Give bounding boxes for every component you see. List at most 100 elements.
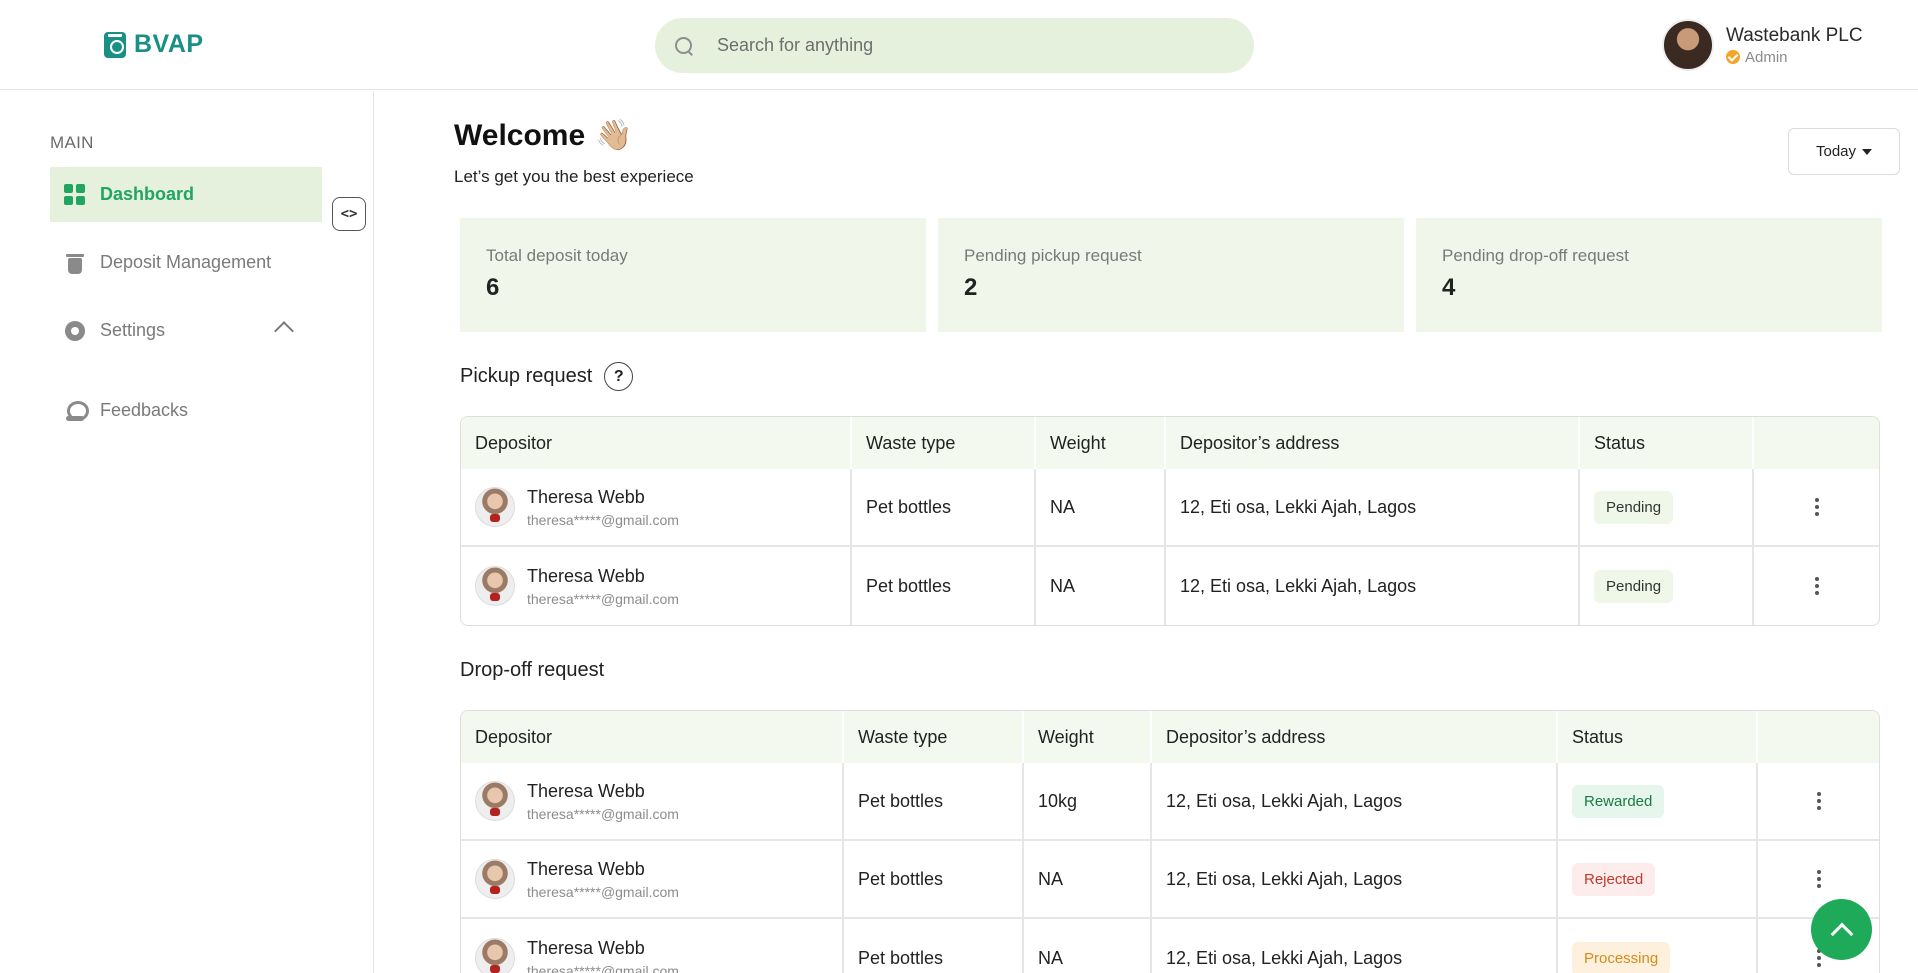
table-row[interactable]: Theresa Webb theresa*****@gmail.com Pet … bbox=[461, 763, 1879, 841]
search-bar[interactable] bbox=[655, 18, 1254, 73]
stat-label: Pending drop-off request bbox=[1442, 246, 1629, 265]
address-cell: 12, Eti osa, Lekki Ajah, Lagos bbox=[1166, 469, 1580, 545]
sidebar-item-label: Dashboard bbox=[100, 184, 195, 204]
brand-name: BVAP bbox=[134, 30, 204, 58]
status-badge: Pending bbox=[1594, 569, 1674, 603]
user-info: Wastebank PLC Admin bbox=[1726, 25, 1863, 66]
user-profile[interactable]: Wastebank PLC Admin bbox=[1662, 19, 1863, 71]
weight-cell: NA bbox=[1036, 469, 1166, 545]
column-header[interactable]: Depositor bbox=[461, 711, 844, 763]
more-vertical-icon[interactable] bbox=[1816, 792, 1821, 810]
sidebar-item-feedbacks[interactable]: Feedbacks bbox=[50, 383, 322, 438]
row-actions-cell bbox=[1754, 469, 1879, 545]
status-badge: Rejected bbox=[1572, 862, 1656, 896]
avatar bbox=[475, 487, 515, 527]
table-header-row: Depositor Waste type Weight Depositor’s … bbox=[461, 711, 1879, 763]
status-cell: Rewarded bbox=[1558, 763, 1758, 839]
sidebar-item-label: Settings bbox=[100, 320, 166, 340]
depositor-email: theresa*****@gmail.com bbox=[527, 962, 679, 973]
weight-cell: NA bbox=[1024, 919, 1152, 973]
stat-label: Total deposit today bbox=[486, 246, 628, 265]
column-header[interactable]: Depositor’s address bbox=[1166, 417, 1580, 469]
table-row[interactable]: Theresa Webb theresa*****@gmail.com Pet … bbox=[461, 841, 1879, 919]
column-header[interactable]: Status bbox=[1580, 417, 1754, 469]
depositor-name: Theresa Webb bbox=[527, 486, 645, 507]
depositor-email: theresa*****@gmail.com bbox=[527, 883, 679, 900]
user-role: Admin bbox=[1726, 49, 1863, 66]
page-title-text: Welcome bbox=[454, 118, 586, 152]
avatar bbox=[475, 566, 515, 606]
avatar bbox=[475, 781, 515, 821]
weight-cell: 10kg bbox=[1024, 763, 1152, 839]
depositor-cell: Theresa Webb theresa*****@gmail.com bbox=[461, 841, 844, 917]
column-header[interactable]: Weight bbox=[1024, 711, 1152, 763]
column-header-actions bbox=[1754, 417, 1879, 469]
column-header[interactable]: Waste type bbox=[844, 711, 1024, 763]
column-header-actions bbox=[1758, 711, 1879, 763]
caret-down-icon bbox=[1862, 148, 1873, 155]
waste-type-cell: Pet bottles bbox=[852, 469, 1036, 545]
user-avatar[interactable] bbox=[1662, 19, 1714, 71]
address-cell: 12, Eti osa, Lekki Ajah, Lagos bbox=[1166, 547, 1580, 625]
column-header[interactable]: Status bbox=[1558, 711, 1758, 763]
feedback-icon bbox=[64, 400, 89, 422]
column-header[interactable]: Depositor bbox=[461, 417, 852, 469]
user-name: Wastebank PLC bbox=[1726, 24, 1863, 46]
table-row[interactable]: Theresa Webb theresa*****@gmail.com Pet … bbox=[461, 469, 1879, 547]
depositor-name: Theresa Webb bbox=[527, 937, 645, 958]
period-dropdown-value: Today bbox=[1815, 143, 1857, 160]
waste-type-cell: Pet bottles bbox=[844, 919, 1024, 973]
table-row[interactable]: Theresa Webb theresa*****@gmail.com Pet … bbox=[461, 547, 1879, 625]
code-brackets-icon: <> bbox=[340, 206, 358, 222]
period-dropdown[interactable]: Today bbox=[1788, 128, 1900, 175]
status-cell: Pending bbox=[1580, 547, 1754, 625]
status-cell: Processing bbox=[1558, 919, 1758, 973]
depositor-email: theresa*****@gmail.com bbox=[527, 805, 679, 822]
stat-label: Pending pickup request bbox=[964, 246, 1142, 265]
page-title: Welcome 👋🏼 bbox=[454, 118, 633, 153]
waste-type-cell: Pet bottles bbox=[852, 547, 1036, 625]
waste-type-cell: Pet bottles bbox=[844, 763, 1024, 839]
recycle-bin-logo-icon bbox=[104, 31, 126, 58]
brand-logo[interactable]: BVAP bbox=[104, 30, 204, 59]
column-header[interactable]: Depositor’s address bbox=[1152, 711, 1558, 763]
sidebar-item-deposit-management[interactable]: Deposit Management bbox=[50, 235, 322, 290]
more-vertical-icon[interactable] bbox=[1814, 577, 1819, 595]
status-badge: Rewarded bbox=[1572, 784, 1665, 818]
depositor-cell: Theresa Webb theresa*****@gmail.com bbox=[461, 919, 844, 973]
help-icon[interactable]: ? bbox=[604, 362, 634, 391]
search-icon bbox=[673, 35, 695, 57]
status-cell: Pending bbox=[1580, 469, 1754, 545]
status-badge: Pending bbox=[1594, 490, 1674, 524]
address-cell: 12, Eti osa, Lekki Ajah, Lagos bbox=[1152, 763, 1558, 839]
dropoff-table: Depositor Waste type Weight Depositor’s … bbox=[460, 710, 1880, 973]
page-subtitle: Let’s get you the best experiece bbox=[454, 167, 694, 186]
depositor-cell: Theresa Webb theresa*****@gmail.com bbox=[461, 547, 852, 625]
stat-card-total-deposit: Total deposit today 6 bbox=[460, 218, 926, 332]
sidebar-item-dashboard[interactable]: Dashboard bbox=[50, 167, 322, 222]
status-badge: Processing bbox=[1572, 941, 1671, 973]
verified-badge-icon bbox=[1726, 50, 1740, 64]
scroll-to-top-button[interactable] bbox=[1811, 899, 1872, 960]
column-header[interactable]: Weight bbox=[1036, 417, 1166, 469]
depositor-email: theresa*****@gmail.com bbox=[527, 511, 679, 528]
table-row[interactable]: Theresa Webb theresa*****@gmail.com Pet … bbox=[461, 919, 1879, 973]
table-header-row: Depositor Waste type Weight Depositor’s … bbox=[461, 417, 1879, 469]
stat-card-pending-dropoff: Pending drop-off request 4 bbox=[1416, 218, 1882, 332]
waste-type-cell: Pet bottles bbox=[844, 841, 1024, 917]
search-input[interactable] bbox=[717, 35, 1197, 56]
sidebar: MAIN Dashboard Deposit Management Settin… bbox=[0, 91, 374, 973]
sidebar-item-label: Feedbacks bbox=[100, 400, 189, 420]
weight-cell: NA bbox=[1036, 547, 1166, 625]
depositor-email: theresa*****@gmail.com bbox=[527, 590, 679, 607]
waving-hand-icon: 👋🏼 bbox=[595, 119, 633, 152]
more-vertical-icon[interactable] bbox=[1816, 870, 1821, 888]
dashboard-grid-icon bbox=[64, 183, 86, 206]
depositor-name: Theresa Webb bbox=[527, 565, 645, 586]
chevron-up-icon bbox=[1830, 922, 1853, 945]
more-vertical-icon[interactable] bbox=[1814, 498, 1819, 516]
column-header[interactable]: Waste type bbox=[852, 417, 1036, 469]
stat-value: 4 bbox=[1442, 274, 1456, 301]
stat-value: 2 bbox=[964, 274, 978, 301]
sidebar-collapse-button[interactable]: <> bbox=[332, 197, 366, 231]
